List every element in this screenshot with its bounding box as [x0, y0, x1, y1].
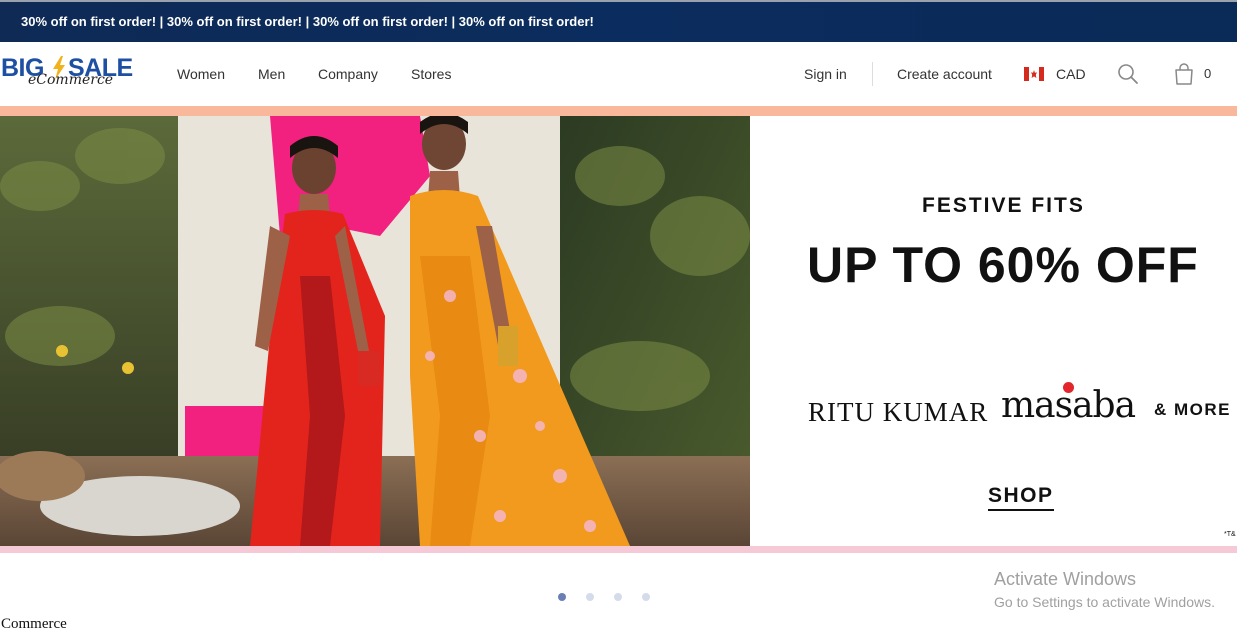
windows-activation-title: Activate Windows — [994, 569, 1137, 589]
nav-item-company[interactable]: Company — [318, 66, 378, 82]
create-account-link[interactable]: Create account — [897, 66, 992, 82]
hero-top-band — [0, 106, 1237, 116]
hero-headline: UP TO 60% OFF — [807, 237, 1199, 293]
hero-eyebrow: FESTIVE FITS — [922, 194, 1085, 217]
nav-item-women[interactable]: Women — [177, 66, 225, 82]
sign-in-link[interactable]: Sign in — [804, 66, 847, 82]
cart-count[interactable]: 0 — [1204, 66, 1211, 81]
promo-text: 30% off on first order! | 30% off on fir… — [21, 14, 594, 29]
cart-icon[interactable] — [1173, 62, 1195, 86]
canada-flag-icon[interactable] — [1024, 67, 1044, 81]
nav-item-stores[interactable]: Stores — [411, 66, 451, 82]
carousel-dot-1[interactable] — [558, 593, 566, 601]
hero-banner[interactable]: FESTIVE FITS UP TO 60% OFF RITU KUMAR ma… — [0, 116, 1237, 546]
currency-selector[interactable]: CAD — [1056, 66, 1086, 82]
carousel-dot-4[interactable] — [642, 593, 650, 601]
carousel-dot-3[interactable] — [614, 593, 622, 601]
carousel-dot-2[interactable] — [586, 593, 594, 601]
nav-item-men[interactable]: Men — [258, 66, 285, 82]
carousel-dots — [558, 593, 658, 603]
footer-text: Commerce — [1, 616, 67, 632]
hero-bottom-band — [0, 546, 1237, 553]
site-header: BIG SALE eCommerce Women Men Company Sto… — [0, 42, 1237, 106]
brand-ritu-kumar: RITU KUMAR — [808, 397, 989, 427]
promo-banner: 30% off on first order! | 30% off on fir… — [0, 2, 1237, 42]
header-divider — [872, 62, 873, 86]
logo-subtitle: eCommerce — [28, 72, 114, 88]
search-icon[interactable] — [1117, 63, 1139, 85]
masaba-logo-dot — [1063, 382, 1074, 393]
hero-footnote: *T& — [1224, 531, 1236, 538]
shop-button[interactable]: SHOP — [988, 484, 1054, 511]
brand-more: & MORE — [1154, 400, 1231, 419]
windows-activation-subtitle: Go to Settings to activate Windows. — [994, 594, 1215, 610]
hero-photo — [0, 116, 750, 546]
site-logo[interactable]: BIG SALE eCommerce — [0, 54, 140, 94]
